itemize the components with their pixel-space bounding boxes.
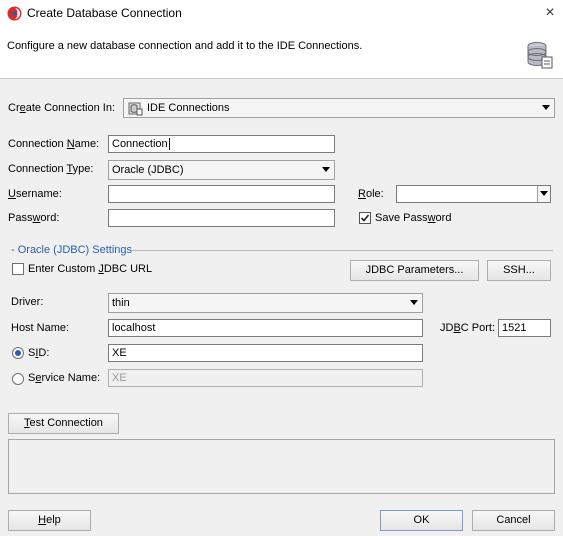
custom-jdbc-url-label: Enter Custom JDBC URL	[28, 263, 153, 275]
username-input[interactable]	[108, 185, 335, 203]
jdbc-port-label: JDBC Port:	[440, 322, 496, 334]
password-label: Password:	[8, 212, 60, 224]
host-name-input[interactable]: localhost	[108, 319, 423, 337]
jdbc-port-input[interactable]: 1521	[498, 319, 551, 337]
connection-name-value: Connection	[112, 138, 168, 150]
test-status-area	[8, 439, 555, 494]
chevron-down-icon	[322, 167, 330, 172]
save-password-label: Save Password	[375, 212, 452, 224]
driver-value: thin	[112, 297, 130, 309]
role-label: Role:	[358, 188, 384, 200]
text-cursor	[168, 138, 170, 150]
save-password-checkbox[interactable]	[359, 212, 371, 224]
sid-label: SID:	[28, 347, 50, 359]
ide-connections-icon	[128, 102, 143, 116]
create-in-value: IDE Connections	[147, 102, 230, 114]
role-select[interactable]	[396, 185, 551, 203]
test-connection-button[interactable]: Test Connection	[8, 413, 119, 434]
create-in-label: Create Connection In:	[8, 102, 116, 114]
help-button[interactable]: Help	[8, 510, 91, 531]
connection-name-label: Connection Name:	[8, 138, 100, 150]
oracle-settings-title: - Oracle (JDBC) Settings	[11, 244, 133, 256]
sid-radio[interactable]	[12, 347, 24, 359]
app-logo-icon	[7, 6, 22, 21]
radio-selected-dot	[15, 350, 21, 356]
close-icon[interactable]: ×	[540, 3, 560, 23]
username-label: Username:	[8, 188, 62, 200]
connection-type-select[interactable]: Oracle (JDBC)	[108, 160, 335, 180]
database-icon	[527, 42, 553, 69]
dialog-header	[0, 27, 563, 79]
connection-type-value: Oracle (JDBC)	[112, 164, 184, 176]
driver-label: Driver:	[11, 296, 44, 308]
role-dropdown-button[interactable]	[537, 186, 550, 202]
window-title: Create Database Connection	[27, 6, 182, 20]
ssh-button[interactable]: SSH...	[487, 260, 551, 281]
sid-input[interactable]: XE	[108, 344, 423, 362]
cancel-button[interactable]: Cancel	[472, 510, 555, 531]
check-icon	[360, 214, 370, 222]
service-name-label: Service Name:	[28, 372, 101, 384]
chevron-down-icon	[542, 105, 550, 110]
service-name-input: XE	[108, 369, 423, 387]
service-name-radio[interactable]	[12, 373, 24, 385]
connection-type-label: Connection Type:	[8, 163, 94, 175]
jdbc-parameters-button[interactable]: JDBC Parameters...	[350, 260, 479, 281]
connection-name-input[interactable]: Connection	[108, 135, 335, 153]
section-divider	[132, 250, 553, 251]
create-in-select[interactable]: IDE Connections	[123, 98, 555, 118]
chevron-down-icon	[410, 300, 418, 305]
password-input[interactable]	[108, 209, 335, 227]
ok-button[interactable]: OK	[380, 510, 463, 531]
host-name-label: Host Name:	[11, 322, 70, 334]
driver-select[interactable]: thin	[108, 293, 423, 313]
custom-jdbc-url-checkbox[interactable]	[12, 263, 24, 275]
header-description: Configure a new database connection and …	[7, 40, 363, 52]
chevron-down-icon	[540, 191, 548, 196]
